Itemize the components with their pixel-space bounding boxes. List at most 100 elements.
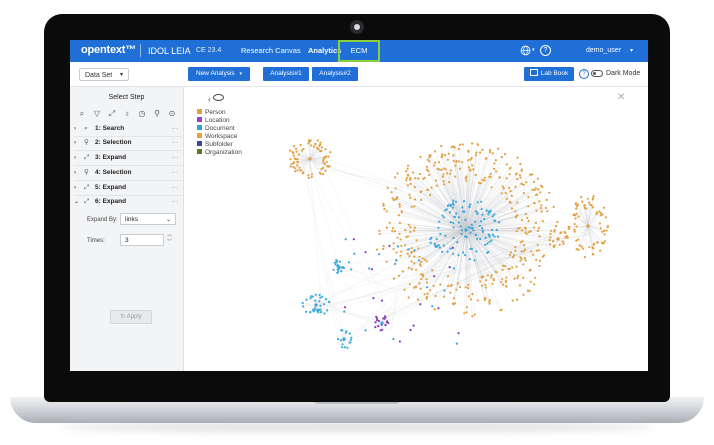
- graph-node[interactable]: [504, 285, 508, 288]
- graph-node[interactable]: [386, 186, 389, 189]
- graph-node[interactable]: [588, 201, 591, 204]
- graph-node[interactable]: [535, 258, 538, 262]
- chevron-right-icon[interactable]: ›: [74, 122, 76, 136]
- graph-node[interactable]: [467, 287, 470, 290]
- graph-node[interactable]: [467, 159, 470, 162]
- graph-node[interactable]: [327, 155, 330, 158]
- dark-mode-toggle[interactable]: [591, 70, 603, 77]
- graph-node[interactable]: [473, 313, 476, 316]
- graph-node[interactable]: [391, 227, 394, 230]
- chevron-right-icon[interactable]: ›: [74, 166, 76, 180]
- graph-node[interactable]: [478, 224, 481, 227]
- graph-node[interactable]: [378, 253, 381, 256]
- graph-canvas[interactable]: ‹ ✕ Person Location Document Workspace S…: [184, 87, 648, 371]
- graph-node[interactable]: [320, 149, 323, 153]
- graph-node[interactable]: [463, 210, 466, 213]
- graph-node[interactable]: [336, 264, 340, 268]
- graph-node[interactable]: [538, 200, 541, 203]
- more-icon[interactable]: ···: [172, 195, 179, 209]
- graph-node[interactable]: [426, 292, 429, 295]
- graph-node[interactable]: [521, 229, 524, 232]
- graph-node[interactable]: [293, 145, 296, 148]
- graph-node[interactable]: [428, 160, 431, 163]
- network-graph[interactable]: [184, 87, 648, 371]
- graph-node[interactable]: [316, 139, 319, 142]
- graph-node[interactable]: [516, 276, 519, 279]
- location-icon[interactable]: ⊙: [167, 109, 177, 119]
- graph-node[interactable]: [513, 277, 516, 280]
- graph-node[interactable]: [405, 170, 408, 173]
- graph-node[interactable]: [536, 193, 539, 196]
- graph-node[interactable]: [538, 264, 541, 268]
- graph-node[interactable]: [558, 243, 561, 246]
- graph-node[interactable]: [440, 168, 443, 171]
- graph-node[interactable]: [486, 251, 489, 254]
- graph-node[interactable]: [518, 174, 521, 177]
- graph-node[interactable]: [425, 260, 428, 263]
- graph-node[interactable]: [515, 172, 518, 175]
- graph-node[interactable]: [500, 155, 503, 159]
- graph-node[interactable]: [534, 221, 537, 224]
- graph-node[interactable]: [533, 283, 536, 286]
- chevron-right-icon[interactable]: ›: [74, 181, 76, 195]
- graph-node[interactable]: [323, 312, 326, 315]
- graph-node[interactable]: [442, 180, 445, 183]
- graph-node[interactable]: [467, 166, 470, 169]
- graph-node[interactable]: [425, 278, 428, 281]
- graph-node[interactable]: [441, 214, 444, 217]
- graph-node[interactable]: [377, 325, 380, 328]
- graph-node[interactable]: [403, 288, 406, 291]
- graph-node[interactable]: [464, 235, 467, 238]
- attach-icon[interactable]: ⚲: [152, 109, 162, 119]
- graph-node[interactable]: [425, 168, 428, 171]
- graph-node[interactable]: [383, 207, 386, 211]
- graph-node[interactable]: [399, 238, 402, 241]
- graph-node[interactable]: [527, 219, 530, 223]
- graph-node[interactable]: [502, 264, 505, 267]
- graph-node[interactable]: [320, 146, 323, 149]
- graph-node[interactable]: [452, 226, 455, 229]
- graph-node[interactable]: [307, 174, 310, 177]
- graph-node[interactable]: [434, 294, 437, 298]
- graph-node[interactable]: [467, 295, 470, 298]
- graph-node[interactable]: [566, 236, 569, 239]
- graph-node[interactable]: [489, 151, 492, 154]
- graph-node[interactable]: [549, 232, 552, 235]
- graph-node[interactable]: [392, 242, 395, 245]
- graph-node[interactable]: [449, 221, 452, 224]
- apply-button[interactable]: ↻ Apply: [110, 310, 152, 324]
- graph-node[interactable]: [340, 329, 343, 332]
- globe-icon[interactable]: [520, 45, 531, 56]
- graph-node[interactable]: [500, 192, 503, 195]
- graph-node[interactable]: [505, 197, 508, 200]
- graph-node[interactable]: [537, 249, 540, 252]
- graph-node[interactable]: [577, 203, 580, 206]
- graph-node[interactable]: [437, 244, 440, 247]
- graph-node[interactable]: [501, 185, 504, 188]
- graph-node[interactable]: [324, 169, 327, 172]
- graph-node[interactable]: [296, 169, 299, 172]
- graph-node[interactable]: [457, 216, 460, 219]
- graph-node[interactable]: [520, 250, 523, 253]
- graph-node[interactable]: [469, 298, 472, 301]
- graph-node[interactable]: [517, 227, 520, 230]
- graph-node[interactable]: [435, 245, 438, 248]
- graph-node[interactable]: [393, 230, 396, 233]
- graph-node[interactable]: [577, 248, 580, 251]
- graph-node[interactable]: [522, 183, 525, 186]
- graph-node[interactable]: [383, 315, 386, 318]
- graph-node[interactable]: [335, 259, 339, 262]
- graph-node[interactable]: [410, 251, 413, 254]
- graph-node[interactable]: [409, 328, 412, 332]
- graph-node[interactable]: [305, 298, 308, 301]
- graph-node[interactable]: [472, 168, 475, 171]
- graph-node[interactable]: [457, 332, 460, 335]
- graph-node[interactable]: [368, 267, 371, 270]
- graph-node[interactable]: [509, 166, 512, 169]
- graph-node[interactable]: [310, 173, 314, 176]
- graph-node[interactable]: [420, 260, 423, 263]
- close-icon[interactable]: ✕: [617, 92, 625, 103]
- graph-node[interactable]: [341, 343, 344, 346]
- graph-node[interactable]: [446, 250, 449, 253]
- graph-node[interactable]: [415, 239, 418, 242]
